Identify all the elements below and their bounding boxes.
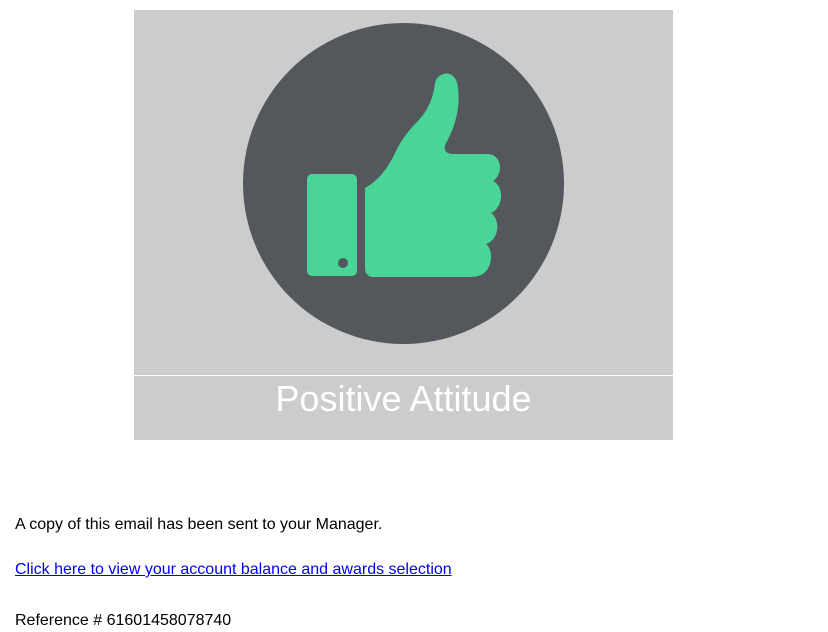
manager-notice-text: A copy of this email has been sent to yo…	[15, 516, 383, 533]
award-badge-image	[134, 10, 673, 375]
reference-number: Reference # 61601458078740	[15, 612, 232, 629]
award-card: Positive Attitude	[134, 10, 673, 440]
award-title: Positive Attitude	[275, 378, 532, 419]
thumbs-up-icon	[307, 73, 502, 277]
account-balance-link[interactable]: Click here to view your account balance …	[15, 561, 452, 579]
